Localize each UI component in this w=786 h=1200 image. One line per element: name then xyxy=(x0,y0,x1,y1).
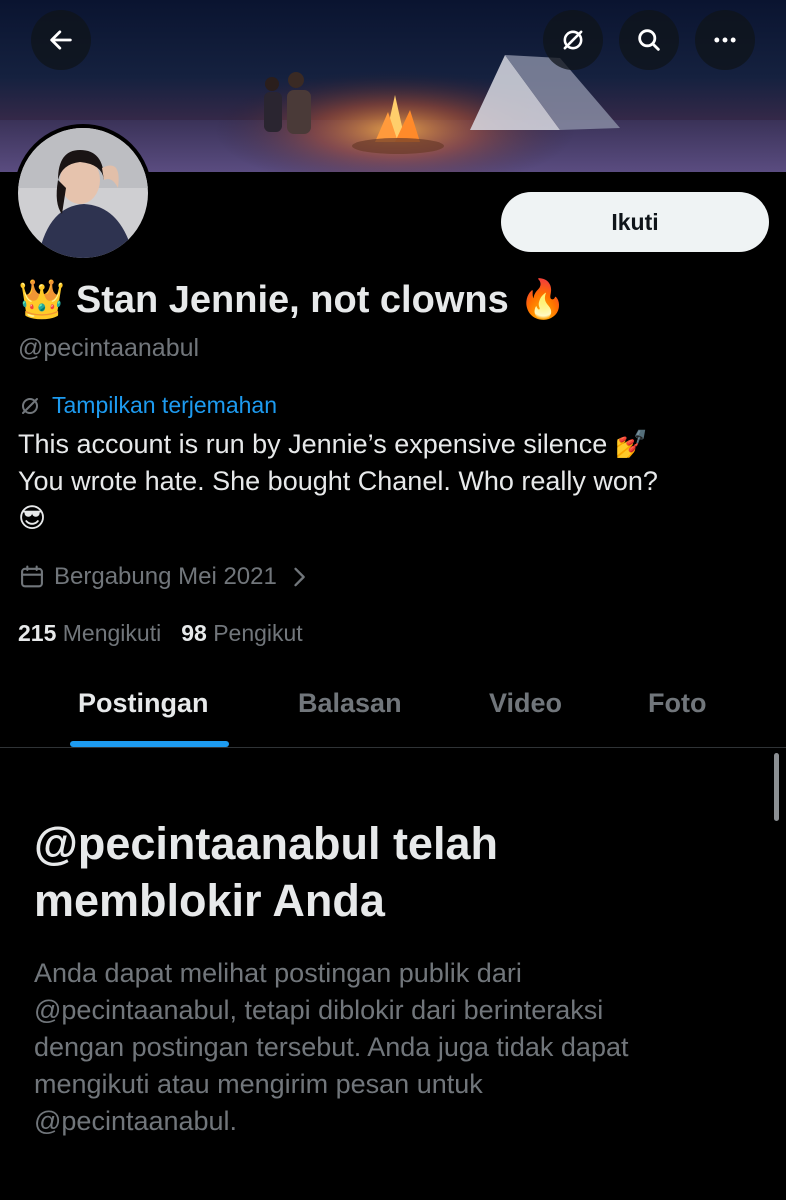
search-button[interactable] xyxy=(619,10,679,70)
join-date[interactable]: Bergabung Mei 2021 xyxy=(18,563,313,591)
search-icon xyxy=(638,29,660,51)
blocked-desc-line: @pecintaanabul. xyxy=(34,1106,238,1136)
chevron-right-icon xyxy=(294,567,305,587)
bio-line: This account is run by Jennie’s expensiv… xyxy=(18,429,649,459)
calendar-icon xyxy=(21,565,43,588)
followers-count: 98 xyxy=(181,620,207,646)
show-translation-link[interactable]: Tampilkan terjemahan xyxy=(18,392,277,419)
bio-line: You wrote hate. She bought Chanel. Who r… xyxy=(18,466,658,496)
avatar[interactable] xyxy=(14,124,152,262)
translate-button[interactable] xyxy=(543,10,603,70)
translate-slash-icon xyxy=(22,397,38,414)
translate-slash-icon xyxy=(563,30,583,50)
blocked-desc-line: dengan postingan tersebut. Anda juga tid… xyxy=(34,1032,629,1062)
blocked-title-line: memblokir Anda xyxy=(34,875,385,926)
follow-stats: 215 Mengikuti 98 Pengikut xyxy=(18,620,303,647)
display-name: 👑 Stan Jennie, not clowns 🔥 xyxy=(18,279,567,321)
blocked-desc-line: @pecintaanabul, tetapi diblokir dari ber… xyxy=(34,995,604,1025)
more-horizontal-icon xyxy=(714,37,736,43)
back-button[interactable] xyxy=(31,10,91,70)
blocked-description: Anda dapat melihat postingan publik dari… xyxy=(34,955,628,1140)
blocked-desc-line: mengikuti atau mengirim pesan untuk xyxy=(34,1069,483,1099)
followers-label: Pengikut xyxy=(213,620,303,646)
user-handle: @pecintaanabul xyxy=(18,334,200,362)
avatar-photo xyxy=(18,128,148,258)
follow-button[interactable]: Ikuti xyxy=(501,192,769,252)
profile-bio: This account is run by Jennie’s expensiv… xyxy=(18,426,778,537)
blocked-title: @pecintaanabul telah memblokir Anda xyxy=(34,815,498,929)
scrollbar[interactable] xyxy=(774,753,779,821)
tab-posts[interactable]: Postingan xyxy=(78,688,209,719)
blocked-title-line: @pecintaanabul telah xyxy=(34,818,498,869)
tab-photos[interactable]: Foto xyxy=(648,688,706,719)
blocked-desc-line: Anda dapat melihat postingan publik dari xyxy=(34,958,522,988)
bio-line: 😎 xyxy=(18,503,47,533)
active-tab-indicator xyxy=(70,741,229,747)
following-label: Mengikuti xyxy=(62,620,162,646)
join-date-label: Bergabung Mei 2021 xyxy=(54,563,277,590)
following-count: 215 xyxy=(18,620,57,646)
arrow-left-icon xyxy=(50,30,72,50)
profile-tabs: Postingan Balasan Video Foto xyxy=(0,672,786,748)
tab-video[interactable]: Video xyxy=(489,688,562,719)
following-stat[interactable]: 215 Mengikuti xyxy=(18,620,161,647)
more-button[interactable] xyxy=(695,10,755,70)
tab-replies[interactable]: Balasan xyxy=(298,688,402,719)
followers-stat[interactable]: 98 Pengikut xyxy=(181,620,303,647)
show-translation-label: Tampilkan terjemahan xyxy=(52,392,278,418)
